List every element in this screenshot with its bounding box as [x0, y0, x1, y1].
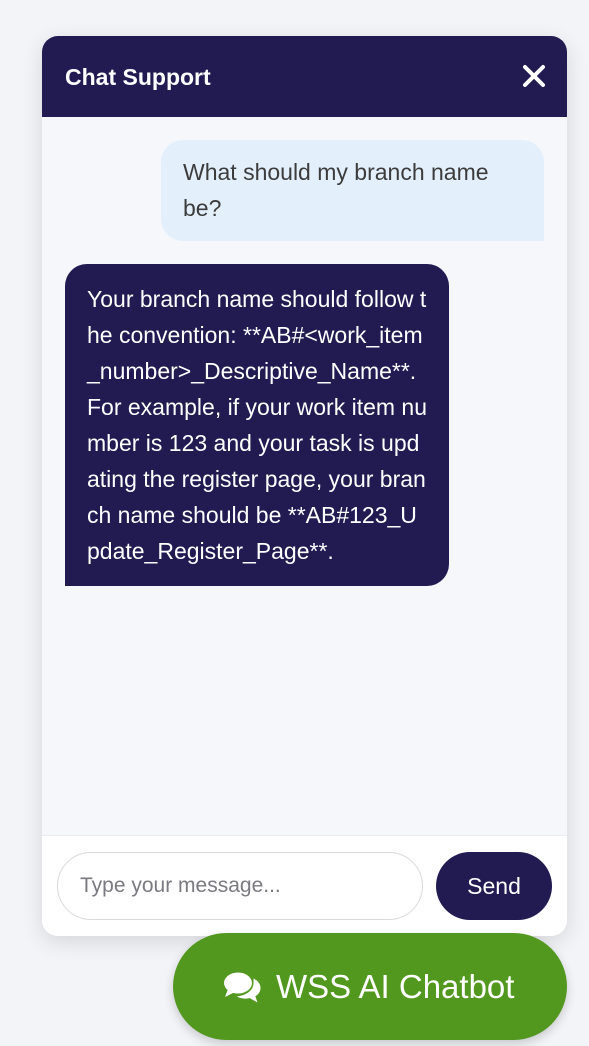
chatbot-launcher-button[interactable]: WSS AI Chatbot	[173, 933, 567, 1040]
close-button[interactable]	[521, 63, 547, 89]
message-input[interactable]	[57, 852, 423, 920]
chat-window: Chat Support What should my branch name …	[42, 36, 567, 936]
chat-title: Chat Support	[65, 64, 211, 90]
chat-composer: Send	[42, 835, 567, 936]
launcher-label: WSS AI Chatbot	[276, 968, 515, 1005]
chat-header: Chat Support	[42, 36, 567, 117]
comments-icon	[224, 972, 261, 1003]
message-list[interactable]: What should my branch name be? Your bran…	[42, 117, 567, 835]
bot-message: Your branch name should follow the conve…	[65, 264, 449, 586]
send-button[interactable]: Send	[436, 852, 552, 920]
user-message: What should my branch name be?	[161, 140, 544, 241]
close-icon	[523, 65, 545, 87]
